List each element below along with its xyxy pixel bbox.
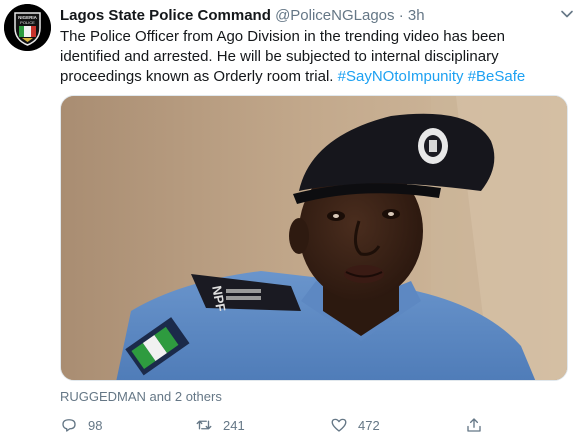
avatar[interactable]: NIGERIA POLICE [4, 4, 51, 51]
timestamp[interactable]: 3h [408, 7, 425, 24]
retweet-icon [196, 420, 212, 430]
logo-text-bottom: POLICE [20, 20, 35, 25]
tweet-text: The Police Officer from Ago Division in … [60, 27, 565, 87]
retweet-button[interactable]: 241 [195, 413, 245, 437]
police-logo: NIGERIA POLICE [4, 4, 51, 51]
tweet-header: Lagos State Police Command @PoliceNGLago… [60, 6, 543, 26]
like-icon [331, 418, 347, 432]
tweet-media-image[interactable]: NPF [60, 95, 568, 381]
hashtag-link[interactable]: #BeSafe [468, 68, 526, 85]
cap-badge [418, 128, 448, 164]
liked-by-text[interactable]: RUGGEDMAN and 2 others [60, 389, 222, 404]
author-handle[interactable]: @PoliceNGLagos [275, 7, 394, 24]
separator-dot: · [398, 7, 404, 24]
tweet[interactable]: NIGERIA POLICE Lagos State Police Comman… [0, 0, 583, 443]
chevron-down-icon[interactable] [559, 6, 575, 22]
tweet-actions: 98 241 472 [60, 413, 500, 437]
officer-photo: NPF [61, 96, 567, 380]
reply-count: 98 [88, 417, 103, 433]
hashtag-link[interactable]: #SayNOtoImpunity [338, 68, 464, 85]
retweet-count: 241 [223, 417, 245, 433]
reply-icon [62, 419, 76, 432]
reply-button[interactable]: 98 [60, 413, 102, 437]
author-name[interactable]: Lagos State Police Command [60, 7, 271, 24]
share-button[interactable] [465, 413, 493, 437]
like-count: 472 [358, 417, 380, 433]
share-icon [467, 418, 481, 432]
like-button[interactable]: 472 [330, 413, 380, 437]
